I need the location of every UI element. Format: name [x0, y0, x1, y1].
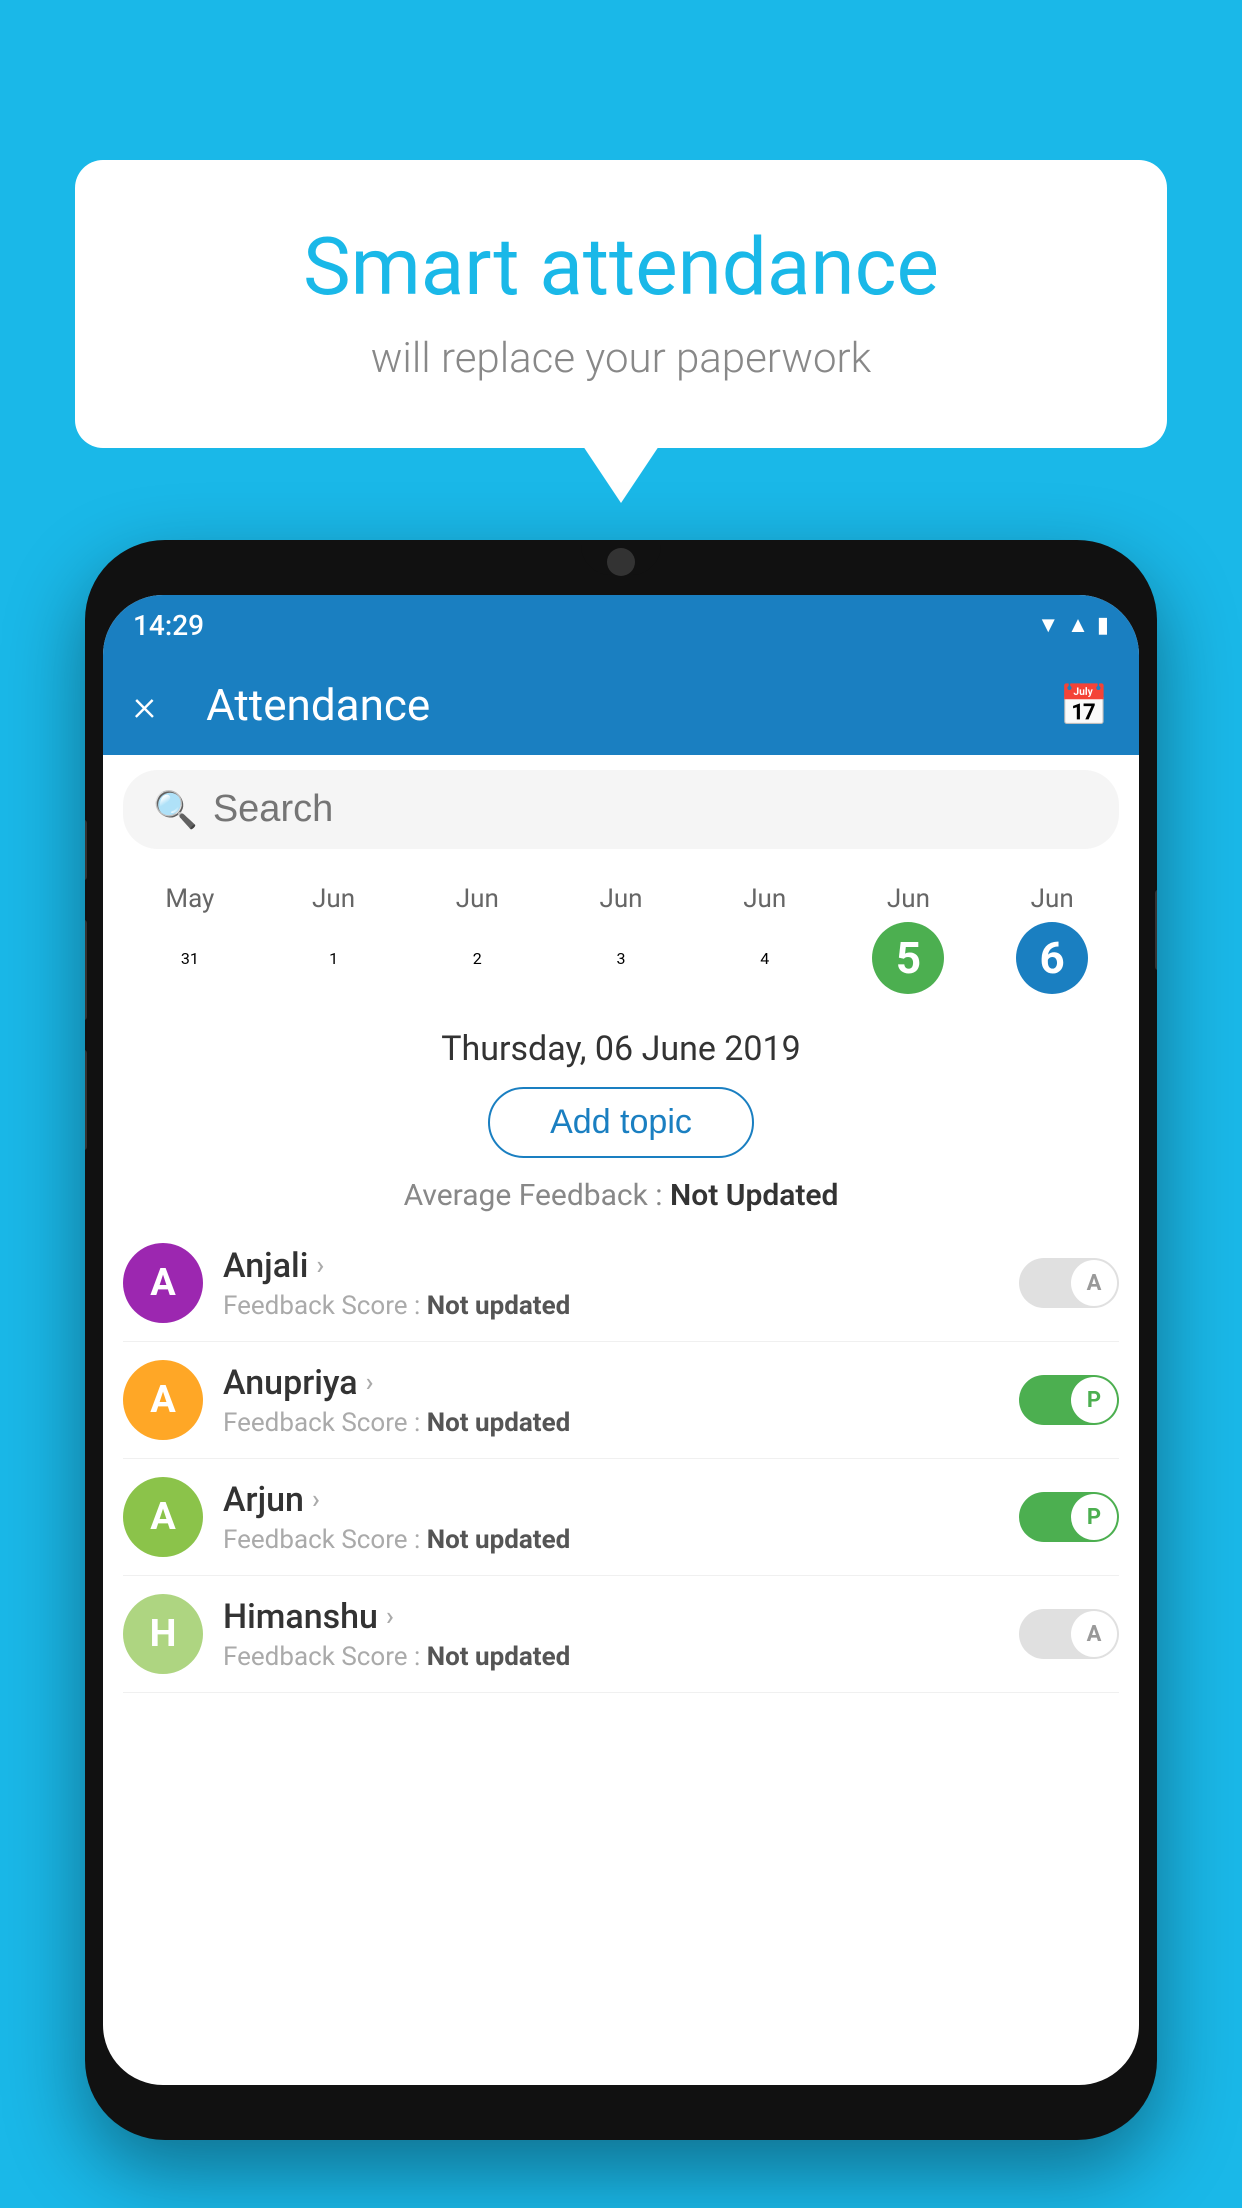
- app-bar: × Attendance 📅: [103, 655, 1139, 755]
- avg-feedback: Average Feedback : Not Updated: [103, 1166, 1139, 1225]
- date-day: 31: [154, 922, 226, 994]
- student-feedback: Feedback Score : Not updated: [223, 1408, 1019, 1438]
- student-name: Anjali ›: [223, 1246, 1019, 1286]
- student-item[interactable]: AAnjali ›Feedback Score : Not updatedA: [123, 1225, 1119, 1342]
- student-feedback: Feedback Score : Not updated: [223, 1525, 1019, 1555]
- student-feedback: Feedback Score : Not updated: [223, 1642, 1019, 1672]
- phone-btn-left-2: [85, 920, 87, 1020]
- search-bar[interactable]: 🔍: [123, 770, 1119, 849]
- student-item[interactable]: A Arjun › Feedback Score : Not updatedP: [123, 1459, 1119, 1576]
- date-day: 6: [1016, 922, 1088, 994]
- student-item[interactable]: H Himanshu › Feedback Score : Not updatedA: [123, 1576, 1119, 1693]
- student-info: Himanshu › Feedback Score : Not updated: [223, 1597, 1019, 1672]
- speech-bubble: Smart attendance will replace your paper…: [75, 160, 1167, 448]
- search-icon: 🔍: [153, 789, 198, 831]
- search-input[interactable]: [213, 788, 1089, 831]
- chevron-right-icon: ›: [386, 1602, 394, 1632]
- student-info: Anupriya › Feedback Score : Not updated: [223, 1363, 1019, 1438]
- date-item[interactable]: Jun 4: [693, 874, 837, 1004]
- avg-feedback-value: Not Updated: [670, 1178, 838, 1213]
- date-item[interactable]: Jun 3: [549, 874, 693, 1004]
- bubble-subtitle: will replace your paperwork: [145, 334, 1097, 383]
- date-day: 1: [298, 922, 370, 994]
- student-name: Anupriya ›: [223, 1363, 1019, 1403]
- phone-container: 14:29 ▼ ▲ ▮ × Attendance 📅 🔍 May31Jun: [85, 540, 1157, 2208]
- chevron-right-icon: ›: [312, 1485, 320, 1515]
- selected-date: Thursday, 06 June 2019: [103, 1014, 1139, 1079]
- date-month: Jun: [410, 884, 544, 914]
- student-avatar: A: [123, 1243, 203, 1323]
- date-day: 3: [585, 922, 657, 994]
- calendar-icon[interactable]: 📅: [1059, 682, 1109, 729]
- date-item[interactable]: Jun 2: [405, 874, 549, 1004]
- date-item[interactable]: Jun 5: [837, 874, 981, 1004]
- chevron-right-icon: ›: [366, 1368, 374, 1398]
- status-icons: ▼ ▲ ▮: [1037, 612, 1109, 638]
- date-month: Jun: [554, 884, 688, 914]
- student-avatar: A: [123, 1360, 203, 1440]
- phone-btn-left-3: [85, 1050, 87, 1150]
- attendance-toggle[interactable]: P: [1019, 1375, 1119, 1425]
- wifi-icon: ▼: [1037, 612, 1059, 638]
- phone: 14:29 ▼ ▲ ▮ × Attendance 📅 🔍 May31Jun: [85, 540, 1157, 2140]
- status-bar: 14:29 ▼ ▲ ▮: [103, 595, 1139, 655]
- phone-btn-right: [1155, 890, 1157, 970]
- chevron-right-icon: ›: [316, 1251, 324, 1281]
- student-avatar: H: [123, 1594, 203, 1674]
- attendance-toggle[interactable]: A: [1019, 1609, 1119, 1659]
- close-button[interactable]: ×: [133, 679, 156, 731]
- date-item[interactable]: May 31: [118, 874, 262, 1004]
- student-avatar: A: [123, 1477, 203, 1557]
- date-day: 2: [441, 922, 513, 994]
- student-info: Anjali › Feedback Score : Not updated: [223, 1246, 1019, 1321]
- date-picker: May 31 Jun 1 Jun 2 Jun 3 Jun 4 Jun 5 Jun 6: [103, 864, 1139, 1014]
- student-name: Arjun ›: [223, 1480, 1019, 1520]
- phone-screen: 14:29 ▼ ▲ ▮ × Attendance 📅 🔍 May31Jun: [103, 595, 1139, 2085]
- date-month: May: [123, 884, 257, 914]
- date-item[interactable]: Jun 1: [262, 874, 406, 1004]
- date-month: Jun: [842, 884, 976, 914]
- signal-icon: ▲: [1067, 612, 1089, 638]
- date-month: Jun: [267, 884, 401, 914]
- date-day: 4: [729, 922, 801, 994]
- speech-bubble-container: Smart attendance will replace your paper…: [75, 160, 1167, 448]
- phone-camera: [607, 548, 635, 576]
- student-item[interactable]: A Anupriya › Feedback Score : Not updatedP: [123, 1342, 1119, 1459]
- date-day: 5: [872, 922, 944, 994]
- battery-icon: ▮: [1097, 613, 1109, 638]
- avg-feedback-label: Average Feedback :: [404, 1178, 663, 1213]
- date-month: Jun: [698, 884, 832, 914]
- phone-notch: [581, 540, 661, 575]
- date-month: Jun: [985, 884, 1119, 914]
- student-info: Arjun › Feedback Score : Not updated: [223, 1480, 1019, 1555]
- phone-btn-left-1: [85, 820, 87, 880]
- app-title: Attendance: [186, 679, 1059, 731]
- attendance-toggle[interactable]: P: [1019, 1492, 1119, 1542]
- attendance-toggle[interactable]: A: [1019, 1258, 1119, 1308]
- add-topic-button[interactable]: Add topic: [488, 1087, 754, 1158]
- student-feedback: Feedback Score : Not updated: [223, 1291, 1019, 1321]
- status-time: 14:29: [133, 609, 204, 642]
- date-item[interactable]: Jun 6: [980, 874, 1124, 1004]
- student-list: AAnjali ›Feedback Score : Not updatedAAA…: [103, 1225, 1139, 1693]
- student-name: Himanshu ›: [223, 1597, 1019, 1637]
- bubble-title: Smart attendance: [145, 220, 1097, 314]
